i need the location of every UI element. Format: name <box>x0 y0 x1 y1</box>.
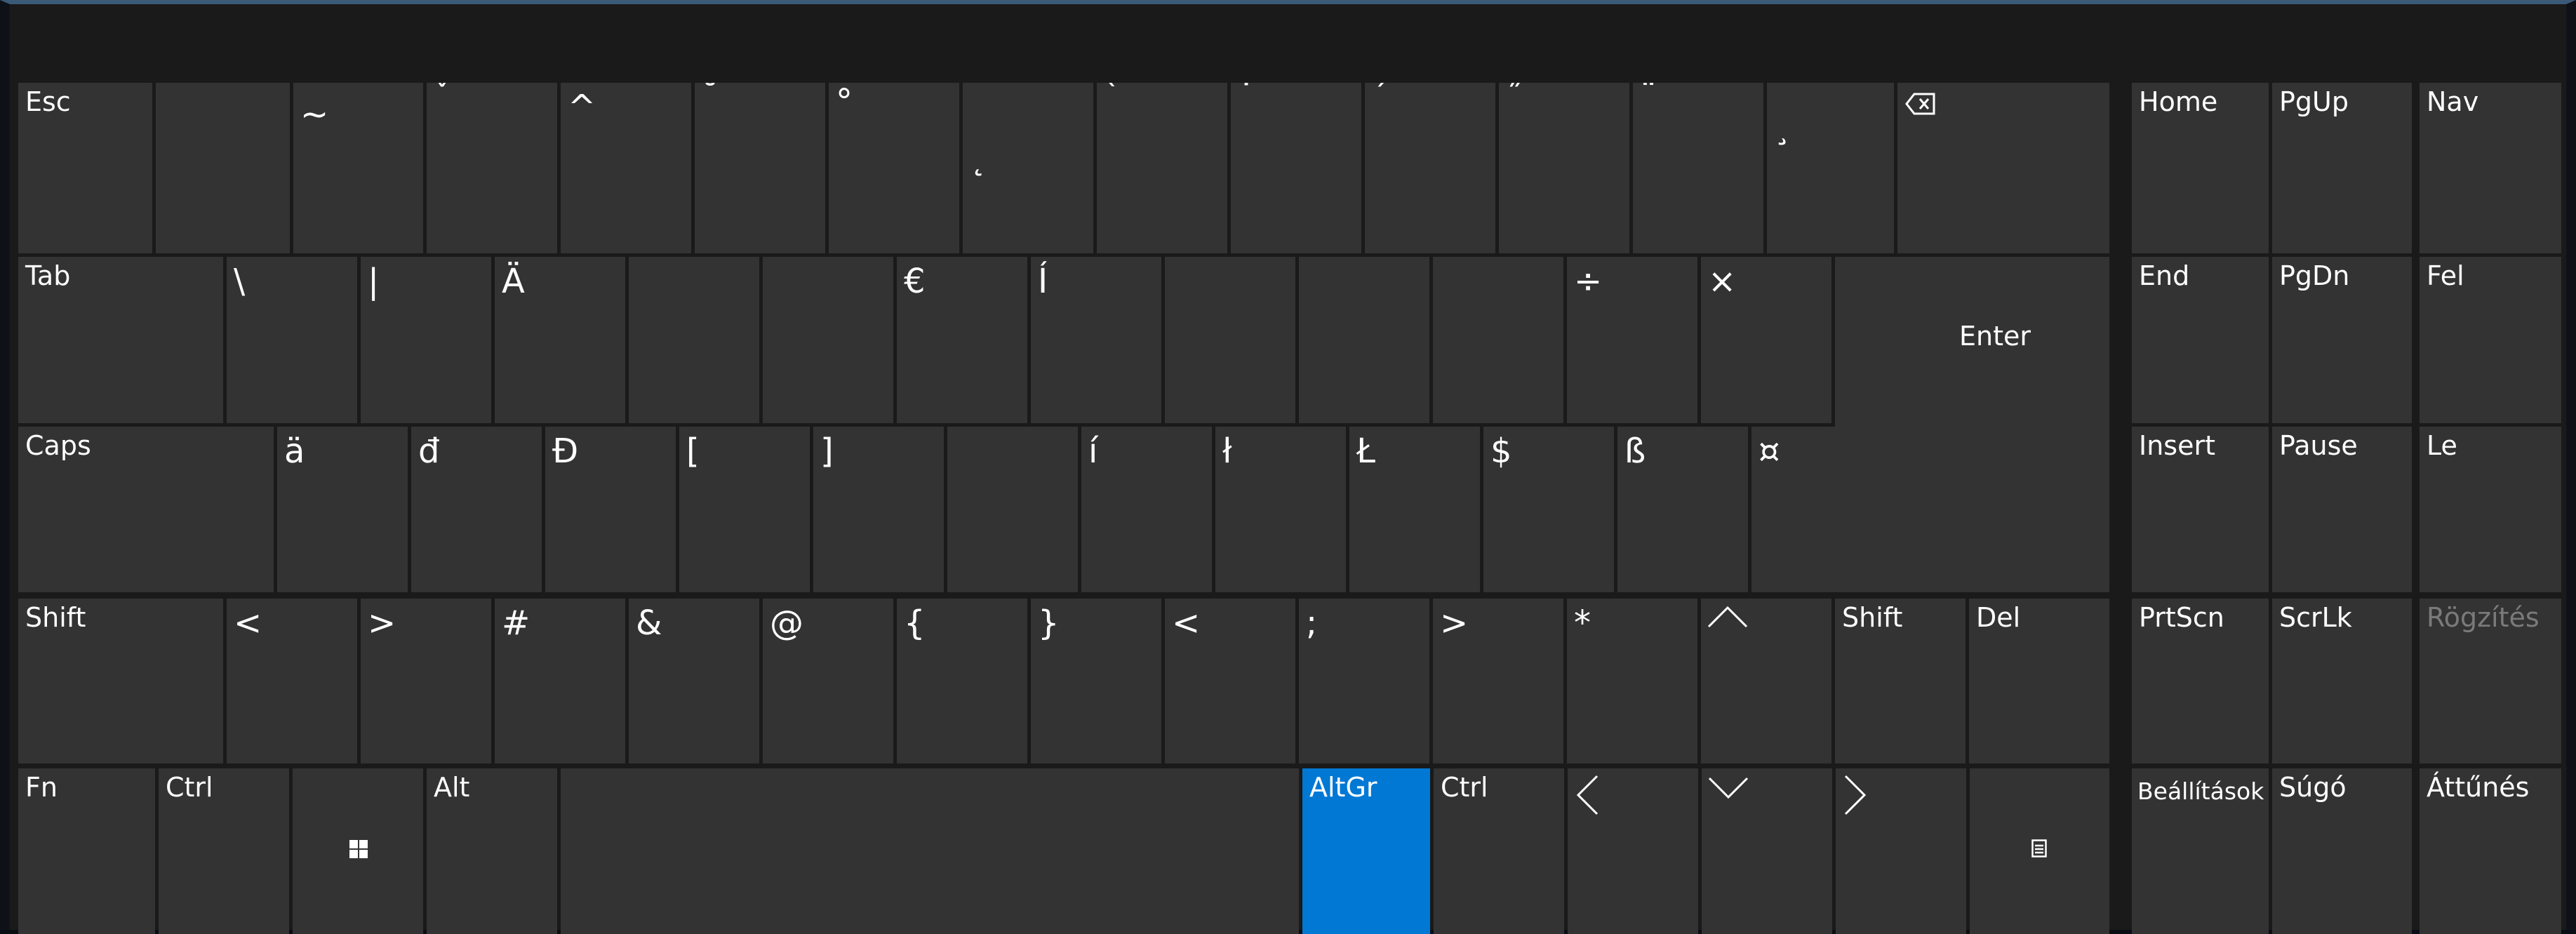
key-pgdn[interactable]: PgDn <box>2272 257 2412 423</box>
key-period[interactable]: > <box>1433 599 1563 763</box>
key-hash[interactable]: ¤ <box>1751 427 1878 592</box>
key-g[interactable]: ] <box>813 427 944 592</box>
on-screen-keyboard: Esc ~ ˇ ^ ˘ ° ˛ ` ˙ ´ ˝ ¨ ¸ Tab \ | Ä € … <box>0 0 2576 934</box>
key-o[interactable] <box>1299 257 1429 423</box>
key-6[interactable]: ° <box>829 83 959 253</box>
key-2[interactable]: ~ <box>293 83 423 253</box>
key-altgr[interactable]: AltGr <box>1302 768 1430 934</box>
key-minus[interactable]: * <box>1567 599 1697 763</box>
context-menu-icon <box>2031 839 2047 858</box>
key-down[interactable] <box>1702 768 1832 934</box>
key-7[interactable]: ˛ <box>963 83 1093 253</box>
key-p[interactable]: ÷ <box>1567 257 1697 423</box>
key-alt[interactable]: Alt <box>427 768 557 934</box>
up-arrow-icon <box>1707 606 1748 628</box>
key-lt[interactable]: < <box>227 599 357 763</box>
key-esc[interactable]: Esc <box>18 83 152 253</box>
key-13[interactable]: ¸ <box>1767 83 1894 253</box>
key-a[interactable]: ä <box>277 427 408 592</box>
down-arrow-icon <box>1708 777 1749 799</box>
key-b[interactable]: { <box>897 599 1027 763</box>
key-tab[interactable]: Tab <box>18 257 223 423</box>
key-attunes[interactable]: Áttűnés <box>2420 768 2561 934</box>
key-12[interactable]: ¨ <box>1633 83 1763 253</box>
key-bracket[interactable]: × <box>1701 257 1831 423</box>
key-backspace[interactable] <box>1897 83 2109 253</box>
key-left[interactable] <box>1568 768 1698 934</box>
key-right[interactable] <box>1836 768 1966 934</box>
left-arrow-icon <box>1576 775 1599 815</box>
key-menu[interactable] <box>1970 768 2109 934</box>
key-m[interactable]: < <box>1165 599 1295 763</box>
key-11[interactable]: ˝ <box>1499 83 1629 253</box>
key-e[interactable]: Ä <box>495 257 625 423</box>
key-d[interactable]: Đ <box>545 427 676 592</box>
key-x[interactable]: # <box>495 599 625 763</box>
key-prtscn[interactable]: PrtScn <box>2132 599 2269 763</box>
key-up[interactable] <box>1701 599 1831 763</box>
key-9[interactable]: ˙ <box>1231 83 1361 253</box>
key-c[interactable]: & <box>629 599 759 763</box>
key-rogzites[interactable]: Rögzítés <box>2420 599 2561 763</box>
key-del[interactable]: Del <box>1969 599 2109 763</box>
key-1[interactable] <box>156 83 290 253</box>
windows-icon <box>349 840 368 858</box>
key-n[interactable]: } <box>1031 599 1161 763</box>
key-nav[interactable]: Nav <box>2420 83 2561 253</box>
key-pgup[interactable]: PgUp <box>2272 83 2412 253</box>
key-8[interactable]: ` <box>1097 83 1227 253</box>
key-v[interactable]: @ <box>763 599 893 763</box>
key-fn[interactable]: Fn <box>18 768 155 934</box>
key-z[interactable]: € <box>897 257 1027 423</box>
key-ctrl-left[interactable]: Ctrl <box>159 768 289 934</box>
key-q[interactable]: \ <box>227 257 357 423</box>
key-scrlk[interactable]: ScrLk <box>2272 599 2412 763</box>
key-le[interactable]: Le <box>2420 427 2561 592</box>
key-fel[interactable]: Fel <box>2420 257 2561 423</box>
key-insert[interactable]: Insert <box>2132 427 2269 592</box>
key-l[interactable]: Ł <box>1349 427 1480 592</box>
key-shift-right[interactable]: Shift <box>1835 599 1966 763</box>
key-w[interactable]: | <box>361 257 491 423</box>
key-r[interactable] <box>629 257 759 423</box>
key-semicolon[interactable]: $ <box>1483 427 1614 592</box>
key-4[interactable]: ^ <box>561 83 691 253</box>
backspace-icon <box>1905 93 1935 115</box>
key-10[interactable]: ´ <box>1365 83 1495 253</box>
key-end[interactable]: End <box>2132 257 2269 423</box>
key-t[interactable] <box>763 257 893 423</box>
key-u[interactable]: Í <box>1031 257 1161 423</box>
key-k[interactable]: ł <box>1215 427 1346 592</box>
key-comma[interactable]: ; <box>1299 599 1429 763</box>
key-sugo[interactable]: Súgó <box>2272 768 2412 934</box>
key-quote[interactable]: ß <box>1617 427 1748 592</box>
key-3[interactable]: ˇ <box>427 83 557 253</box>
key-h[interactable] <box>947 427 1078 592</box>
key-beallitasok[interactable]: Beállítások <box>2132 768 2269 934</box>
key-y[interactable]: > <box>361 599 491 763</box>
key-ctrl-right[interactable]: Ctrl <box>1434 768 1564 934</box>
key-caps[interactable]: Caps <box>18 427 274 592</box>
key-home[interactable]: Home <box>2132 83 2269 253</box>
key-windows[interactable] <box>293 768 423 934</box>
right-arrow-icon <box>1844 775 1867 815</box>
key-f[interactable]: [ <box>679 427 810 592</box>
key-enter-lower[interactable] <box>1881 425 2109 592</box>
key-space[interactable] <box>561 768 1299 934</box>
key-shift-left[interactable]: Shift <box>18 599 223 763</box>
key-5[interactable]: ˘ <box>695 83 825 253</box>
key-i[interactable] <box>1165 257 1295 423</box>
key-s[interactable]: đ <box>411 427 542 592</box>
key-j[interactable]: í <box>1081 427 1212 592</box>
key-pause[interactable]: Pause <box>2272 427 2412 592</box>
key-oe[interactable] <box>1433 257 1563 423</box>
